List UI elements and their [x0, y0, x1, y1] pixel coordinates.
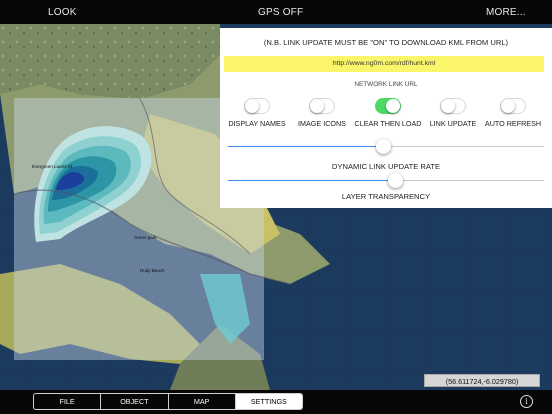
tab-map[interactable]: MAP: [169, 394, 236, 409]
layer-transparency-label: LAYER TRANSPARENCY: [341, 192, 431, 201]
auto-refresh-setting: AUTO REFRESH: [478, 98, 548, 128]
tab-object[interactable]: OBJECT: [101, 394, 169, 409]
network-link-url-label: NETWORK LINK URL: [354, 81, 418, 88]
toggle-knob: [501, 99, 515, 113]
display-names-setting: DISPLAY NAMES: [222, 98, 292, 128]
link-update-toggle[interactable]: [440, 98, 466, 114]
bottom-toolbar: FILE OBJECT MAP SETTINGS i: [0, 390, 552, 414]
layer-transparency-slider[interactable]: [228, 173, 544, 189]
toggle-knob: [441, 99, 455, 113]
auto-refresh-toggle[interactable]: [500, 98, 526, 114]
gps-toggle-button[interactable]: GPS OFF: [258, 7, 303, 18]
auto-refresh-label: AUTO REFRESH: [484, 119, 542, 128]
clear-then-load-setting: CLEAR THEN LOAD: [353, 98, 423, 128]
tab-file[interactable]: FILE: [34, 394, 102, 409]
clear-then-load-toggle[interactable]: [375, 98, 401, 114]
slider-thumb[interactable]: [388, 173, 404, 188]
toggle-knob: [245, 99, 259, 113]
toggle-knob: [386, 99, 400, 113]
toggle-knob: [310, 99, 324, 113]
look-button[interactable]: LOOK: [48, 7, 77, 18]
more-button[interactable]: MORE...: [486, 7, 526, 18]
network-link-settings-panel: (N.B. LINK UPDATE MUST BE "ON" TO DOWNLO…: [220, 28, 552, 208]
map-label: Green park: [134, 235, 157, 240]
map-label: Evergreen Laurel St: [32, 164, 73, 169]
slider-fill: [228, 146, 383, 147]
coordinates-readout: (56.611724,-6.029780): [424, 374, 540, 387]
display-names-toggle[interactable]: [244, 98, 270, 114]
clear-then-load-label: CLEAR THEN LOAD: [354, 119, 422, 128]
image-icons-toggle[interactable]: [309, 98, 335, 114]
update-rate-slider[interactable]: [228, 139, 544, 155]
map-label: Rudy Beach: [140, 268, 165, 273]
image-icons-setting: IMAGE ICONS: [287, 98, 357, 128]
network-link-url-field[interactable]: http://www.ng0m.com/rdf/hunt.kml: [224, 56, 544, 72]
display-names-label: DISPLAY NAMES: [228, 119, 286, 128]
segmented-tabs: FILE OBJECT MAP SETTINGS: [33, 393, 303, 410]
tab-settings[interactable]: SETTINGS: [235, 394, 302, 409]
top-toolbar: LOOK GPS OFF MORE...: [0, 0, 552, 24]
slider-thumb[interactable]: [375, 139, 391, 154]
update-rate-label: DYNAMIC LINK UPDATE RATE: [331, 162, 441, 171]
slider-fill: [228, 180, 396, 181]
link-update-note: (N.B. LINK UPDATE MUST BE "ON" TO DOWNLO…: [263, 38, 509, 47]
image-icons-label: IMAGE ICONS: [298, 119, 346, 128]
info-icon[interactable]: i: [520, 395, 533, 408]
